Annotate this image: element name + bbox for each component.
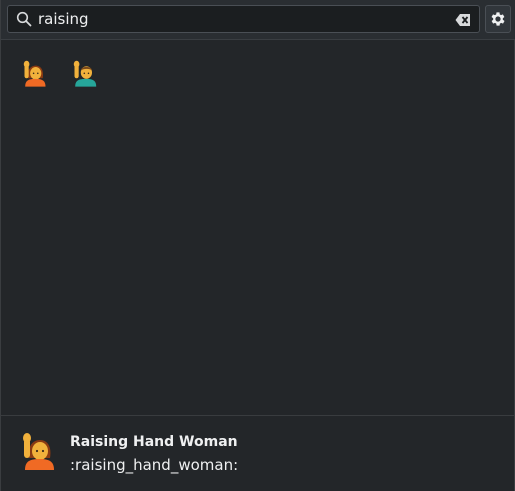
search-icon [16, 11, 32, 27]
emoji-raising-hand-man[interactable] [68, 57, 102, 91]
emoji-results-grid [1, 41, 514, 415]
preview-raising-hand-woman-icon [19, 432, 59, 472]
raising-hand-woman-icon [23, 60, 46, 87]
search-input[interactable] [38, 8, 438, 30]
clear-text-icon[interactable] [455, 12, 471, 26]
preview-emoji-shortcode: :raising_hand_woman: [70, 456, 239, 474]
search-field[interactable] [7, 5, 480, 33]
emoji-picker-window: Raising Hand Woman :raising_hand_woman: [0, 0, 515, 491]
preview-emoji-name: Raising Hand Woman [70, 434, 238, 450]
emoji-preview-panel: Raising Hand Woman :raising_hand_woman: [1, 415, 514, 491]
raising-hand-man-icon [73, 60, 97, 87]
settings-button[interactable] [485, 5, 511, 33]
emoji-raising-hand-woman[interactable] [18, 57, 52, 91]
search-toolbar [1, 0, 515, 40]
